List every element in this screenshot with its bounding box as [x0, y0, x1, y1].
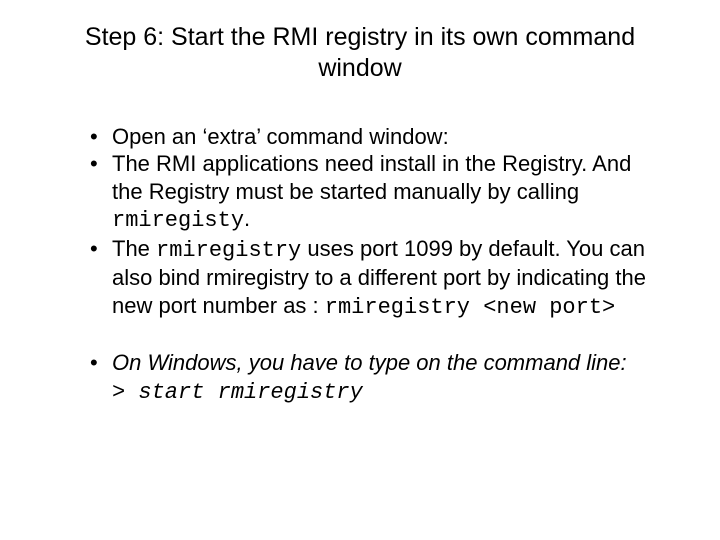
- slide-title: Step 6: Start the RMI registry in its ow…: [60, 22, 660, 85]
- command-line: > start rmiregistry: [112, 379, 660, 407]
- list-item: The rmiregistry uses port 1099 by defaul…: [90, 235, 660, 322]
- bullet-text: On Windows, you have to type on the comm…: [112, 350, 627, 375]
- inline-code: rmiregistry <new port>: [325, 295, 615, 320]
- slide: Step 6: Start the RMI registry in its ow…: [0, 0, 720, 540]
- bullet-list: On Windows, you have to type on the comm…: [60, 349, 660, 406]
- bullet-text: .: [244, 206, 250, 231]
- list-item: On Windows, you have to type on the comm…: [90, 349, 660, 406]
- bullet-text: Open an ‘extra’ command window:: [112, 124, 449, 149]
- list-item: Open an ‘extra’ command window:: [90, 123, 660, 151]
- inline-code: rmiregisty: [112, 208, 244, 233]
- spacer: [60, 321, 660, 349]
- bullet-text: The RMI applications need install in the…: [112, 151, 631, 204]
- list-item: The RMI applications need install in the…: [90, 150, 660, 235]
- bullet-text: The: [112, 236, 156, 261]
- inline-code: rmiregistry: [156, 238, 301, 263]
- bullet-list: Open an ‘extra’ command window: The RMI …: [60, 123, 660, 322]
